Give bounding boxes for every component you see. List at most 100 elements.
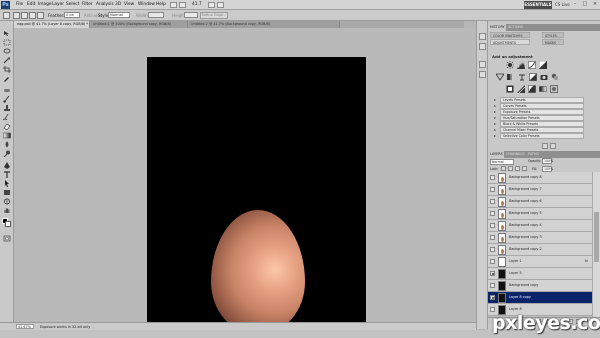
eye-icon[interactable] bbox=[490, 187, 495, 192]
new-selection-icon[interactable] bbox=[13, 12, 20, 19]
subtract-selection-icon[interactable] bbox=[29, 12, 36, 19]
eye-icon[interactable] bbox=[490, 247, 495, 252]
tab-styles[interactable]: STYLES bbox=[542, 32, 564, 38]
brightness-contrast-icon[interactable] bbox=[506, 61, 514, 69]
tab-untitled-1[interactable]: Untitled-1 @ 100% (Background copy, RGB/… bbox=[90, 21, 188, 28]
eraser-tool-icon[interactable] bbox=[3, 123, 11, 131]
document-canvas[interactable] bbox=[147, 57, 366, 338]
eye-icon[interactable] bbox=[490, 259, 495, 264]
menu-edit[interactable]: Edit bbox=[27, 2, 35, 8]
lock-position-icon[interactable] bbox=[515, 166, 520, 171]
bridge-button[interactable] bbox=[170, 2, 177, 8]
restore-icon[interactable]: □ bbox=[580, 1, 590, 8]
gradient-tool-icon[interactable] bbox=[3, 132, 11, 139]
black-white-icon[interactable] bbox=[529, 73, 537, 81]
healing-brush-tool-icon[interactable] bbox=[3, 87, 11, 94]
layer-row[interactable]: Background copy 6 bbox=[488, 196, 592, 208]
shape-tool-icon[interactable] bbox=[3, 189, 11, 196]
quick-mask-icon[interactable] bbox=[3, 235, 11, 242]
menu-view[interactable]: View bbox=[124, 2, 134, 8]
blur-tool-icon[interactable] bbox=[3, 141, 11, 148]
hue-saturation-icon[interactable] bbox=[507, 73, 515, 81]
layer-row-selected[interactable]: Layer 8 copy bbox=[488, 292, 592, 304]
invert-icon[interactable] bbox=[506, 85, 514, 93]
layer-effects-icon[interactable]: fx bbox=[585, 258, 588, 265]
layer-row[interactable]: Layer 1 fx bbox=[488, 256, 592, 268]
cs-live-button[interactable]: CS Live bbox=[555, 2, 570, 7]
menu-help[interactable]: Help bbox=[156, 2, 166, 8]
feather-input[interactable]: 0 px bbox=[64, 12, 80, 18]
zoom-level-field[interactable]: 41.67% bbox=[16, 324, 34, 329]
chevron-right-icon[interactable]: ▸ bbox=[494, 133, 498, 139]
menu-layer[interactable]: Layer bbox=[52, 2, 64, 8]
actions-panel-icon[interactable] bbox=[479, 43, 486, 50]
menu-image[interactable]: Image bbox=[38, 2, 51, 8]
type-tool-icon[interactable] bbox=[3, 171, 11, 178]
tab-egg-psd[interactable]: egg.psd @ 41.7% (Layer 8 copy, RGB/8) * bbox=[14, 21, 90, 28]
tab-paths[interactable]: PATHS bbox=[526, 151, 541, 158]
color-balance-icon[interactable] bbox=[518, 73, 526, 81]
tab-history[interactable]: HISTORY bbox=[488, 24, 507, 31]
menu-3d[interactable]: 3D bbox=[115, 2, 121, 8]
tab-adjustments[interactable]: ADJUSTMENTS bbox=[490, 39, 530, 45]
tab-untitled-2[interactable]: Untitled-2 @ 41.7% (Background copy, RGB… bbox=[188, 21, 340, 28]
menu-file[interactable]: File bbox=[16, 2, 23, 8]
background-color-swatch[interactable] bbox=[5, 221, 11, 227]
3d-rotate-tool-icon[interactable] bbox=[3, 198, 11, 205]
layer-row[interactable]: Background copy 5 bbox=[488, 208, 592, 220]
quick-selection-tool-icon[interactable] bbox=[3, 57, 11, 64]
refine-edge-button[interactable]: Refine Edge... bbox=[200, 12, 228, 19]
selective-color-icon[interactable] bbox=[550, 85, 558, 93]
clone-stamp-tool-icon[interactable] bbox=[3, 105, 11, 112]
posterize-icon[interactable] bbox=[517, 85, 526, 94]
close-icon[interactable]: × bbox=[590, 1, 600, 8]
layer-row[interactable]: Layer 5 bbox=[488, 268, 592, 280]
intersect-selection-icon[interactable] bbox=[37, 12, 44, 19]
curves-icon[interactable] bbox=[528, 61, 536, 69]
eye-icon[interactable] bbox=[490, 199, 495, 204]
opacity-input[interactable]: 100% bbox=[542, 158, 553, 164]
zoom-level-dropdown[interactable]: 41.7 bbox=[192, 2, 202, 8]
height-input[interactable] bbox=[184, 12, 198, 18]
style-select[interactable]: Normal bbox=[108, 12, 130, 18]
channel-mixer-icon[interactable] bbox=[551, 73, 559, 81]
screen-mode-button[interactable] bbox=[217, 2, 224, 8]
clip-to-layer-icon[interactable] bbox=[542, 143, 548, 149]
eye-icon[interactable] bbox=[490, 295, 495, 300]
panel-options-icon[interactable] bbox=[550, 143, 556, 149]
layer-row[interactable]: Background copy 7 bbox=[488, 184, 592, 196]
levels-icon[interactable] bbox=[517, 61, 525, 69]
eyedropper-tool-icon[interactable] bbox=[3, 75, 11, 82]
brush-tool-icon[interactable] bbox=[3, 95, 11, 103]
gradient-map-icon[interactable] bbox=[539, 85, 547, 93]
layer-row[interactable]: Background copy 2 bbox=[488, 244, 592, 256]
menu-select[interactable]: Select bbox=[66, 2, 79, 8]
scrollbar-thumb[interactable] bbox=[594, 212, 599, 262]
layers-scrollbar[interactable] bbox=[592, 172, 600, 317]
photo-filter-icon[interactable] bbox=[540, 73, 548, 81]
layer-row[interactable]: Background copy 4 bbox=[488, 220, 592, 232]
tab-channels[interactable]: CHANNELS bbox=[504, 151, 527, 158]
pen-tool-icon[interactable] bbox=[3, 162, 11, 169]
lasso-tool-icon[interactable] bbox=[3, 48, 11, 55]
workspace-switcher[interactable]: ESSENTIALS bbox=[524, 1, 552, 9]
tab-actions[interactable]: ACTIONS bbox=[506, 24, 526, 31]
mini-bridge-button[interactable] bbox=[179, 2, 186, 8]
eye-icon[interactable] bbox=[490, 283, 495, 288]
path-selection-tool-icon[interactable] bbox=[3, 180, 11, 187]
canvas-area[interactable] bbox=[14, 28, 476, 338]
eye-icon[interactable] bbox=[490, 175, 495, 180]
layer-row[interactable]: Background copy bbox=[488, 280, 592, 292]
selective-color-presets[interactable]: Selective Color Presets bbox=[500, 133, 584, 139]
history-panel-icon[interactable] bbox=[479, 33, 486, 40]
tab-color-swatches[interactable]: COLOR SWATCHES bbox=[490, 32, 530, 38]
menu-filter[interactable]: Filter bbox=[82, 2, 93, 8]
menu-window[interactable]: Window bbox=[138, 2, 155, 8]
dodge-tool-icon[interactable] bbox=[3, 150, 11, 158]
lock-pixels-icon[interactable] bbox=[508, 166, 513, 171]
add-selection-icon[interactable] bbox=[21, 12, 28, 19]
tab-layers[interactable]: LAYERS bbox=[488, 151, 505, 158]
vibrance-icon[interactable] bbox=[495, 73, 505, 81]
crop-tool-icon[interactable] bbox=[3, 66, 11, 73]
clone-source-panel-icon[interactable] bbox=[479, 71, 486, 78]
